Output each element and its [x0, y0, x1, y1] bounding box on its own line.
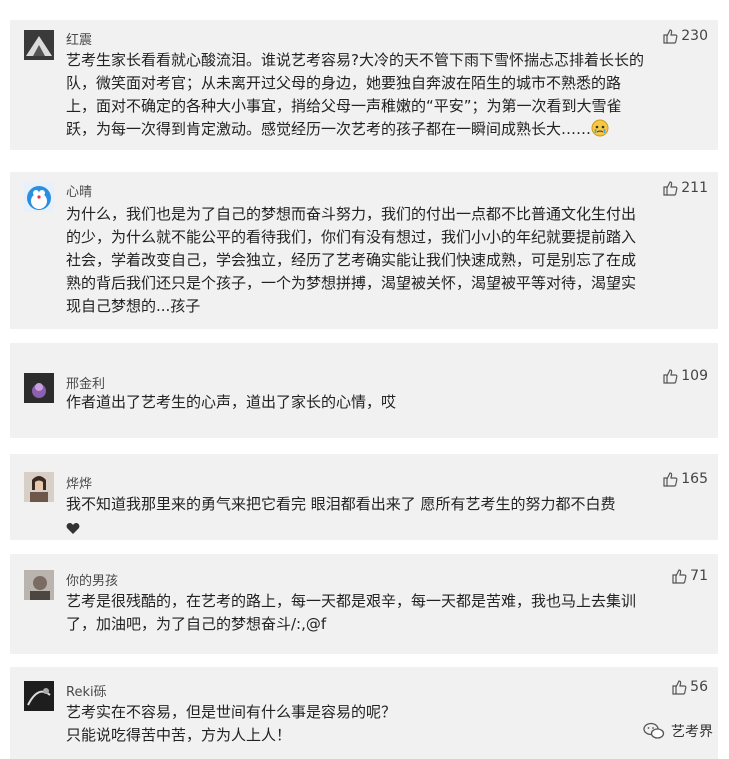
heart-icon: [66, 519, 80, 542]
like-button[interactable]: 211: [662, 180, 708, 196]
avatar[interactable]: [24, 681, 54, 711]
crying-face-emoji-icon: [591, 119, 609, 144]
like-count: 71: [690, 568, 708, 584]
like-button[interactable]: 109: [662, 368, 708, 384]
like-button[interactable]: 165: [662, 471, 708, 487]
username[interactable]: 你的男孩: [66, 570, 118, 589]
comment-card: 邢金利 109 作者道出了艺考生的心声，道出了家长的心情，哎: [10, 343, 718, 438]
thumbs-up-icon: [662, 28, 678, 44]
comment-card: 心晴 211 为什么，我们也是为了自己的梦想而奋斗努力，我们的付出一点都不比普通…: [10, 172, 718, 329]
avatar[interactable]: [24, 182, 54, 212]
like-button[interactable]: 71: [671, 568, 708, 584]
comment-text: 艺考实在不容易，但是世间有什么事是容易的呢？ 只能说吃得苦中苦，方为人上人！: [66, 703, 397, 744]
thumbs-up-icon: [662, 471, 678, 487]
username[interactable]: 心晴: [66, 181, 92, 200]
comment-card: 你的男孩 71 艺考是很残酷的，在艺考的路上，每一天都是艰辛，每一天都是苦难，我…: [10, 554, 718, 654]
like-button[interactable]: 230: [662, 28, 708, 44]
comment-card: 烨烨 165 我不知道我那里来的勇气来把它看完 眼泪都看出来了 愿所有艺考生的努…: [10, 454, 718, 540]
comment-card: 红震 230 艺考生家长看看就心酸流泪。谁说艺考容易?大冷的天不管下雨下雪怀揣忐…: [10, 20, 718, 150]
comment-text: 为什么，我们也是为了自己的梦想而奋斗努力，我们的付出一点都不比普通文化生付出 的…: [66, 205, 637, 315]
wechat-icon: [643, 722, 665, 740]
thumbs-up-icon: [662, 368, 678, 384]
watermark: 艺考界: [643, 721, 713, 741]
avatar[interactable]: [24, 30, 54, 60]
like-count: 230: [681, 28, 708, 44]
watermark-text: 艺考界: [671, 724, 713, 740]
comment-text: 艺考是很残酷的，在艺考的路上，每一天都是艰辛，每一天都是苦难，我也马上去集训 了…: [66, 592, 637, 633]
like-count: 109: [681, 368, 708, 384]
comment-text: 我不知道我那里来的勇气来把它看完 眼泪都看出来了 愿所有艺考生的努力都不白费: [66, 493, 700, 542]
username[interactable]: 红震: [66, 29, 92, 48]
like-count: 211: [681, 180, 708, 196]
thumbs-up-icon: [662, 180, 678, 196]
thumbs-up-icon: [671, 679, 687, 695]
avatar[interactable]: [24, 373, 54, 403]
username[interactable]: 邢金利: [66, 373, 105, 392]
comment-text: 艺考生家长看看就心酸流泪。谁说艺考容易?大冷的天不管下雨下雪怀揣忐忑排着长长的 …: [66, 49, 700, 144]
username[interactable]: 烨烨: [66, 473, 92, 492]
thumbs-up-icon: [671, 568, 687, 584]
avatar[interactable]: [24, 472, 54, 502]
like-count: 56: [690, 679, 708, 695]
username[interactable]: Reki砾: [66, 681, 107, 700]
like-button[interactable]: 56: [671, 679, 708, 695]
comment-text: 作者道出了艺考生的心声，道出了家长的心情，哎: [66, 393, 397, 411]
comment-card: Reki砾 56 艺考实在不容易，但是世间有什么事是容易的呢？ 只能说吃得苦中苦…: [10, 667, 718, 759]
like-count: 165: [681, 471, 708, 487]
avatar[interactable]: [24, 570, 54, 600]
